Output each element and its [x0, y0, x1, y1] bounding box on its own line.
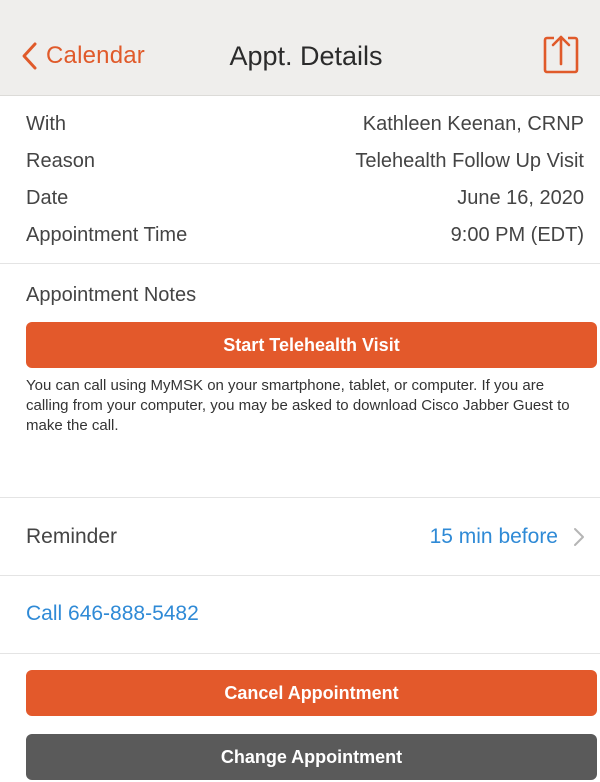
- reminder-row[interactable]: Reminder 15 min before: [0, 498, 600, 576]
- reminder-value: 15 min before: [429, 525, 558, 548]
- call-section: Call 646-888-5482: [0, 576, 600, 654]
- detail-label: Date: [26, 187, 69, 209]
- detail-label: Appointment Time: [26, 224, 188, 246]
- detail-value: 9:00 PM (EDT): [450, 224, 584, 246]
- start-telehealth-button[interactable]: Start Telehealth Visit: [26, 322, 597, 368]
- detail-row-reason: Reason Telehealth Follow Up Visit: [26, 143, 584, 180]
- nav-bar: Calendar Appt. Details: [0, 0, 600, 96]
- detail-value: June 16, 2020: [457, 187, 584, 209]
- chevron-right-icon: [574, 528, 584, 546]
- detail-value: Telehealth Follow Up Visit: [355, 150, 584, 172]
- detail-row-time: Appointment Time 9:00 PM (EDT): [26, 217, 584, 254]
- detail-label: Reason: [26, 150, 95, 172]
- share-icon[interactable]: [542, 34, 580, 76]
- detail-row-with: With Kathleen Keenan, CRNP: [26, 106, 584, 143]
- back-button[interactable]: Calendar: [20, 36, 145, 76]
- chevron-left-icon: [22, 42, 37, 70]
- detail-value: Kathleen Keenan, CRNP: [362, 113, 584, 135]
- reminder-label: Reminder: [26, 525, 118, 548]
- cancel-appointment-button[interactable]: Cancel Appointment: [26, 670, 597, 716]
- detail-label: With: [26, 113, 66, 135]
- notes-text: You can call using MyMSK on your smartph…: [26, 377, 570, 434]
- notes-heading: Appointment Notes: [26, 284, 197, 306]
- appointment-details: With Kathleen Keenan, CRNP Reason Telehe…: [0, 96, 600, 264]
- appointment-details-screen: Calendar Appt. Details With Kathleen Kee…: [0, 0, 600, 782]
- back-label: Calendar: [46, 42, 145, 69]
- call-phone-link[interactable]: Call 646-888-5482: [26, 602, 199, 626]
- appointment-notes-section: Appointment Notes Start Telehealth Visit…: [0, 264, 600, 498]
- detail-row-date: Date June 16, 2020: [26, 180, 584, 217]
- change-appointment-button[interactable]: Change Appointment: [26, 734, 597, 780]
